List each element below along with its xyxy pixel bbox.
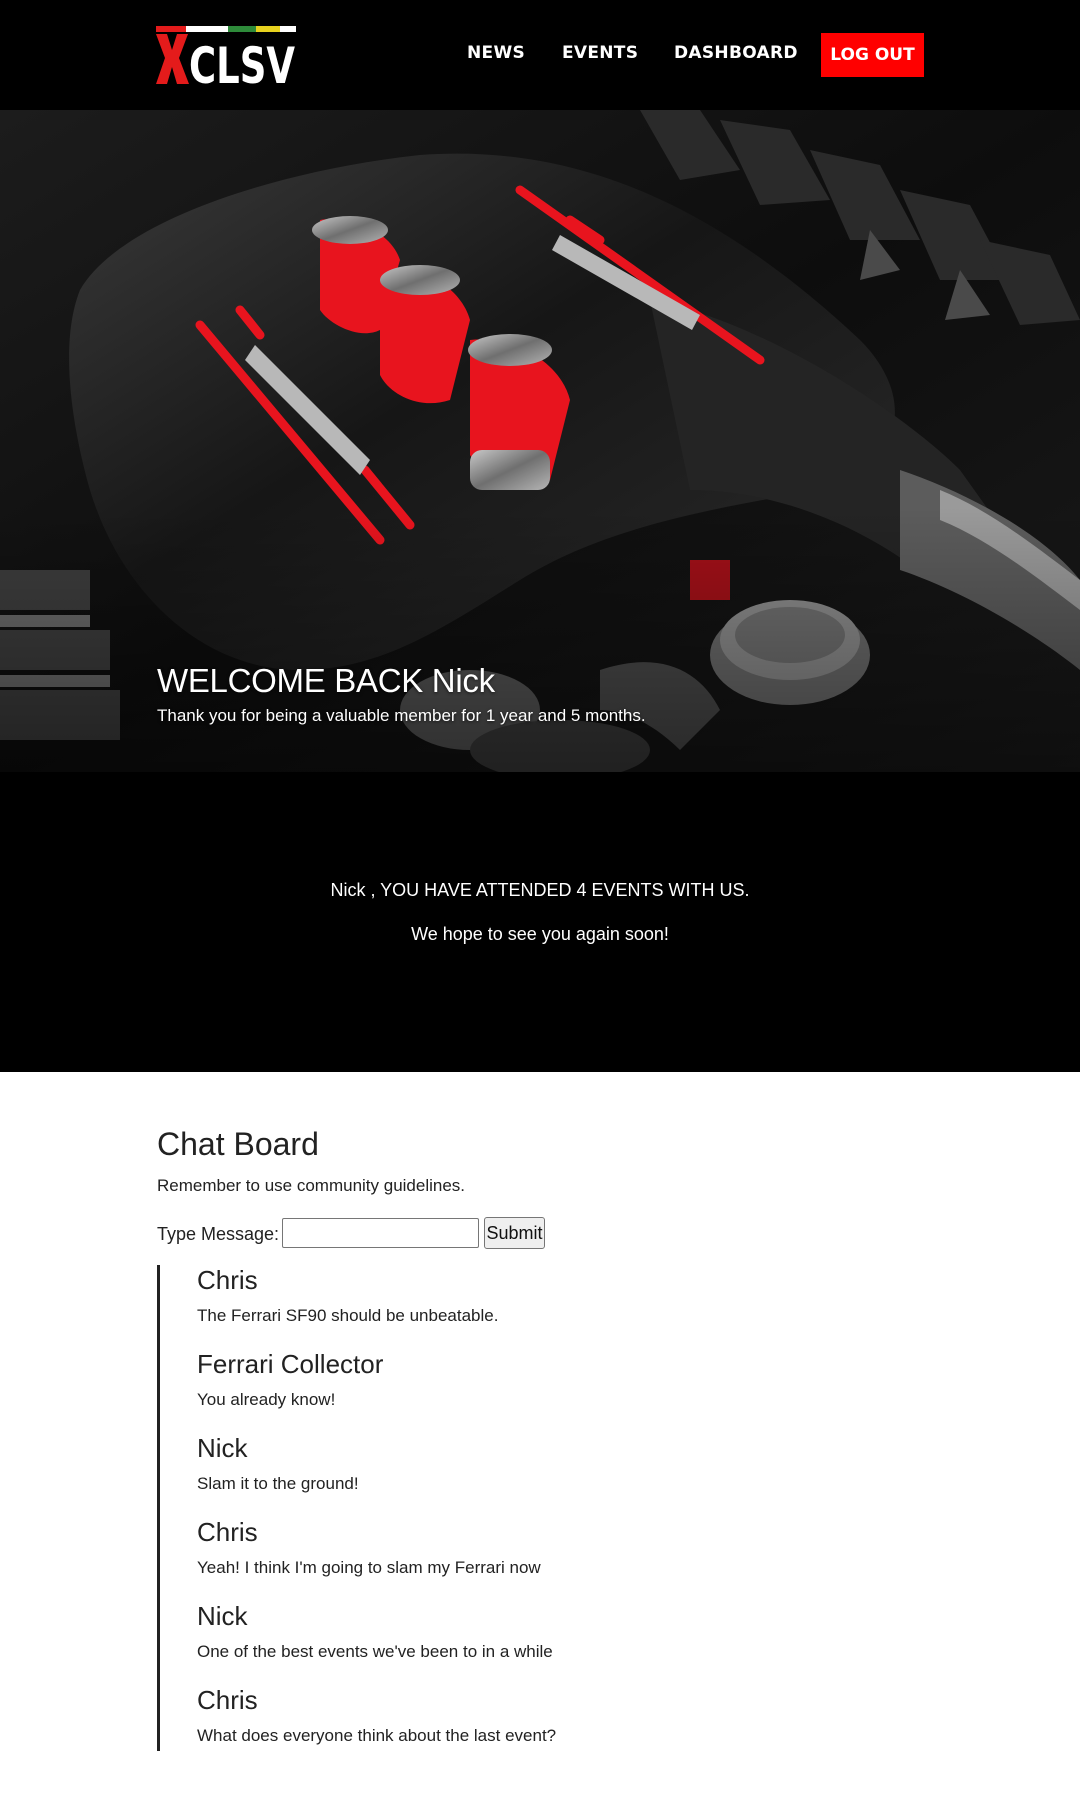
chat-message: Chris Yeah! I think I'm going to slam my…: [197, 1517, 847, 1579]
chat-message: Nick Slam it to the ground!: [197, 1433, 847, 1495]
submit-button[interactable]: Submit: [484, 1217, 545, 1249]
community-guidelines-text: Remember to use community guidelines.: [157, 1176, 466, 1195]
message-text: One of the best events we've been to in …: [197, 1642, 553, 1661]
site-header: CLSV NEWS EVENTS DASHBOARD LOG OUT: [0, 0, 1080, 110]
message-author: Nick: [197, 1433, 248, 1463]
message-label: Type Message:: [157, 1224, 280, 1244]
chat-board-title: Chat Board: [157, 1126, 319, 1162]
see-you-again-text: We hope to see you again soon!: [411, 924, 669, 944]
message-input[interactable]: [282, 1218, 479, 1248]
message-list: Chris The Ferrari SF90 should be unbeata…: [157, 1265, 857, 1751]
message-author: Ferrari Collector: [197, 1349, 384, 1379]
welcome-heading: WELCOME BACK Nick: [157, 662, 495, 699]
chat-message: Chris The Ferrari SF90 should be unbeata…: [197, 1265, 847, 1327]
svg-text:CLSV: CLSV: [189, 37, 295, 84]
nav-events-link[interactable]: EVENTS: [562, 43, 638, 63]
message-text: Yeah! I think I'm going to slam my Ferra…: [197, 1558, 541, 1577]
xclsv-logo[interactable]: CLSV: [156, 26, 296, 84]
nav-news-link[interactable]: NEWS: [467, 43, 525, 63]
message-text: Slam it to the ground!: [197, 1474, 359, 1493]
logout-button[interactable]: LOG OUT: [821, 33, 924, 77]
message-author: Chris: [197, 1517, 258, 1547]
chat-message: Chris What does everyone think about the…: [197, 1685, 847, 1747]
message-text: What does everyone think about the last …: [197, 1726, 557, 1745]
chat-message: Ferrari Collector You already know!: [197, 1349, 847, 1411]
message-text: You already know!: [197, 1390, 336, 1409]
message-form: Type Message: Submit: [157, 1217, 757, 1249]
events-attended-section: Nick , YOU HAVE ATTENDED 4 EVENTS WITH U…: [0, 772, 1080, 1072]
membership-duration-text: Thank you for being a valuable member fo…: [157, 706, 646, 725]
message-author: Chris: [197, 1265, 258, 1295]
events-attended-text: Nick , YOU HAVE ATTENDED 4 EVENTS WITH U…: [330, 880, 750, 900]
message-author: Nick: [197, 1601, 248, 1631]
message-author: Chris: [197, 1685, 258, 1715]
nav-dashboard-link[interactable]: DASHBOARD: [674, 43, 798, 63]
chat-message: Nick One of the best events we've been t…: [197, 1601, 847, 1663]
message-text: The Ferrari SF90 should be unbeatable.: [197, 1306, 499, 1325]
hero-banner: WELCOME BACK Nick Thank you for being a …: [0, 110, 1080, 772]
